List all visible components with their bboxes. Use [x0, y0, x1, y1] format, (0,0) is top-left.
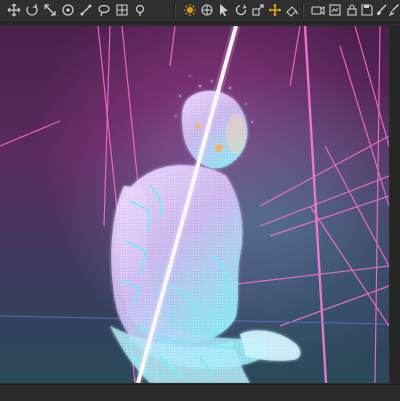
render-settings-icon[interactable]	[327, 2, 343, 18]
vertical-scrollbar[interactable]	[390, 26, 400, 383]
paint-tool-icon[interactable]	[284, 2, 300, 18]
grid-snap-icon[interactable]	[114, 2, 130, 18]
lasso-select-icon[interactable]	[96, 2, 112, 18]
universal-manipulator-icon[interactable]	[199, 2, 215, 18]
horizontal-scrollbar[interactable]	[0, 384, 400, 401]
toolbar-separator	[174, 3, 176, 18]
translate-tool-icon[interactable]	[267, 2, 283, 18]
node-pick-icon[interactable]	[78, 2, 94, 18]
viewport-toolbar	[0, 0, 400, 23]
render-scene	[0, 26, 389, 383]
lock-icon[interactable]	[344, 2, 360, 18]
toolbar-separator	[302, 3, 304, 18]
rotate-tool-icon[interactable]	[233, 2, 249, 18]
move-scene-icon[interactable]	[6, 2, 22, 18]
camera-orbit-icon[interactable]	[60, 2, 76, 18]
sun-light-icon[interactable]	[182, 2, 198, 18]
light-bulb-icon[interactable]	[132, 2, 148, 18]
camera-tool-icon[interactable]	[310, 2, 326, 18]
rotate-scene-icon[interactable]	[24, 2, 40, 18]
3d-viewport[interactable]	[0, 26, 389, 383]
scale-tool-icon[interactable]	[250, 2, 266, 18]
scale-scene-icon[interactable]	[42, 2, 58, 18]
select-arrow-icon[interactable]	[216, 2, 232, 18]
color-picker-icon[interactable]	[386, 2, 400, 18]
